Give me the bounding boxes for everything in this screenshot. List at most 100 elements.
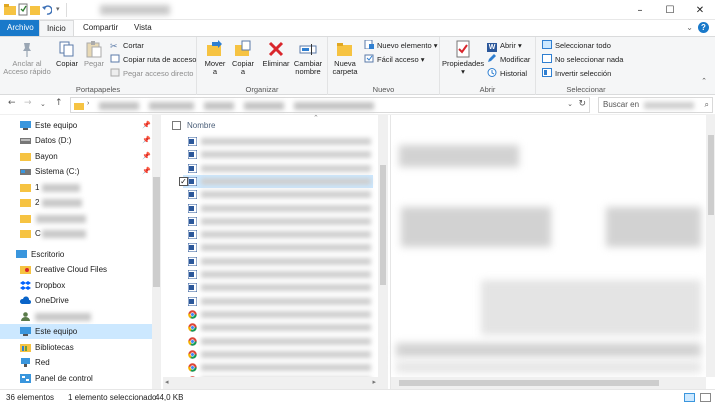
new-folder-quick-icon[interactable] — [30, 3, 40, 16]
collapse-ribbon-icon[interactable]: ⌃ — [701, 77, 707, 85]
close-button[interactable]: ✕ — [685, 0, 715, 20]
row-checkbox[interactable]: ✓ — [179, 176, 188, 186]
nav-item-sistema-c[interactable]: Sistema (C:) 📌 — [0, 164, 152, 179]
tab-file[interactable]: Archivo — [0, 20, 41, 36]
pin-icon[interactable]: 📌 — [142, 164, 151, 179]
file-row[interactable] — [183, 361, 373, 374]
file-row[interactable] — [183, 135, 373, 148]
preview-scroll-thumb[interactable] — [708, 135, 714, 215]
preview-hscroll-thumb[interactable] — [399, 380, 659, 386]
recent-locations-icon[interactable]: ⌄ — [40, 100, 46, 108]
minimize-button[interactable]: – — [625, 0, 655, 20]
help-icon[interactable]: ? — [698, 22, 709, 33]
tab-share[interactable]: Compartir — [76, 20, 125, 36]
move-to-button[interactable]: Mover a — [203, 40, 227, 76]
preview-scrollbar[interactable] — [706, 115, 715, 377]
address-bar[interactable]: › ⌄ ↻ — [70, 97, 590, 113]
file-list-hscrollbar[interactable]: ◂ ▸ — [163, 377, 378, 389]
column-header-name[interactable]: Nombre — [187, 121, 215, 130]
breadcrumb-segment-4[interactable] — [244, 102, 284, 110]
file-row[interactable] — [183, 295, 373, 308]
pin-quick-access-button[interactable]: Anclar al Acceso rápido — [3, 40, 51, 76]
file-row[interactable] — [183, 255, 373, 268]
pin-icon[interactable]: 📌 — [142, 118, 151, 133]
nav-item-folder-1[interactable]: 1 — [0, 180, 152, 195]
breadcrumb-segment-3[interactable] — [204, 102, 234, 110]
file-row[interactable]: ✓ — [179, 174, 373, 188]
select-none-button[interactable]: No seleccionar nada — [542, 54, 623, 66]
delete-button[interactable]: Eliminar — [261, 40, 291, 68]
nav-item-red[interactable]: Red — [0, 355, 152, 370]
history-button[interactable]: Historial — [487, 68, 527, 80]
copy-button[interactable]: Copiar — [54, 40, 80, 68]
search-input[interactable]: Buscar en ⌕ — [598, 97, 713, 113]
nav-item-este-equipo[interactable]: Este equipo — [0, 324, 152, 339]
tab-view[interactable]: Vista — [127, 20, 159, 36]
open-button[interactable]: W Abrir ▾ — [487, 40, 522, 52]
paste-button[interactable]: Pegar — [82, 40, 106, 68]
file-row[interactable] — [183, 162, 373, 175]
file-row[interactable] — [183, 241, 373, 254]
properties-button[interactable]: Propiedades ▾ — [442, 40, 484, 76]
up-arrow-icon[interactable]: ↑ — [55, 98, 63, 108]
nav-item-onedrive[interactable]: OneDrive — [0, 293, 152, 308]
file-row[interactable] — [183, 188, 373, 201]
pin-icon[interactable]: 📌 — [142, 133, 151, 148]
nav-item-creative-cloud[interactable]: Creative Cloud Files — [0, 262, 152, 277]
file-row[interactable] — [183, 335, 373, 348]
new-item-button[interactable]: Nuevo elemento ▾ — [364, 40, 437, 52]
new-folder-button[interactable]: Nueva carpeta — [331, 40, 359, 76]
large-icons-view-icon[interactable] — [700, 393, 711, 402]
breadcrumb-segment-5[interactable] — [294, 102, 374, 110]
copy-to-button[interactable]: Copiar a — [231, 40, 255, 76]
file-row[interactable] — [183, 348, 373, 361]
back-arrow-icon[interactable]: ← — [8, 98, 16, 108]
cut-button[interactable]: ✂ Cortar — [110, 40, 144, 52]
copy-path-button[interactable]: Copiar ruta de acceso — [110, 54, 196, 66]
tab-home[interactable]: Inicio — [39, 20, 74, 37]
nav-item-este-equipo-pinned[interactable]: Este equipo 📌 — [0, 118, 152, 133]
details-view-icon[interactable] — [684, 393, 695, 402]
nav-item-user[interactable] — [0, 309, 152, 324]
nav-item-escritorio[interactable]: Escritorio — [0, 247, 152, 262]
address-dropdown-icon[interactable]: ⌄ — [567, 100, 573, 108]
file-row[interactable] — [183, 281, 373, 294]
nav-item-folder-2[interactable]: 2 — [0, 195, 152, 210]
file-list-scrollbar[interactable] — [378, 115, 388, 389]
nav-pane-scroll-thumb[interactable] — [153, 177, 160, 287]
file-row[interactable] — [183, 268, 373, 281]
edit-button[interactable]: Modificar — [487, 54, 530, 66]
file-row[interactable] — [183, 228, 373, 241]
breadcrumb-segment-2[interactable] — [149, 102, 194, 110]
preview-hscrollbar[interactable] — [391, 377, 706, 389]
file-row[interactable] — [183, 215, 373, 228]
nav-item-dropbox[interactable]: Dropbox — [0, 278, 152, 293]
refresh-icon[interactable]: ↻ — [578, 99, 586, 109]
rename-button[interactable]: Cambiar nombre — [293, 40, 323, 76]
easy-access-button[interactable]: Fácil acceso ▾ — [364, 54, 425, 66]
nav-item-folder-3[interactable] — [0, 211, 152, 226]
nav-pane-scrollbar[interactable] — [152, 115, 161, 389]
undo-quick-icon[interactable] — [42, 3, 52, 16]
file-row[interactable] — [183, 148, 373, 161]
forward-arrow-icon[interactable]: → — [24, 98, 32, 108]
select-all-button[interactable]: Seleccionar todo — [542, 40, 611, 52]
paste-shortcut-button[interactable]: Pegar acceso directo — [110, 68, 193, 80]
file-row[interactable] — [183, 321, 373, 334]
invert-selection-button[interactable]: Invertir selección — [542, 68, 611, 80]
scroll-right-icon[interactable]: ▸ — [372, 378, 376, 386]
breadcrumb-segment-1[interactable] — [99, 102, 139, 110]
pin-icon[interactable]: 📌 — [142, 149, 151, 164]
nav-item-bayon[interactable]: Bayon 📌 — [0, 149, 152, 164]
file-list-scroll-thumb[interactable] — [380, 165, 386, 285]
properties-quick-icon[interactable] — [18, 3, 28, 16]
expand-ribbon-icon[interactable]: ⌄ — [686, 23, 693, 32]
file-row[interactable] — [183, 308, 373, 321]
customize-quick-access-icon[interactable]: ▾ — [56, 5, 60, 13]
nav-item-folder-4[interactable]: C — [0, 226, 152, 241]
nav-item-datos-d[interactable]: Datos (D:) 📌 — [0, 133, 152, 148]
scroll-left-icon[interactable]: ◂ — [165, 378, 169, 386]
nav-item-panel-control[interactable]: Panel de control — [0, 371, 152, 386]
select-all-checkbox[interactable] — [172, 121, 181, 130]
maximize-button[interactable]: ☐ — [655, 0, 685, 20]
